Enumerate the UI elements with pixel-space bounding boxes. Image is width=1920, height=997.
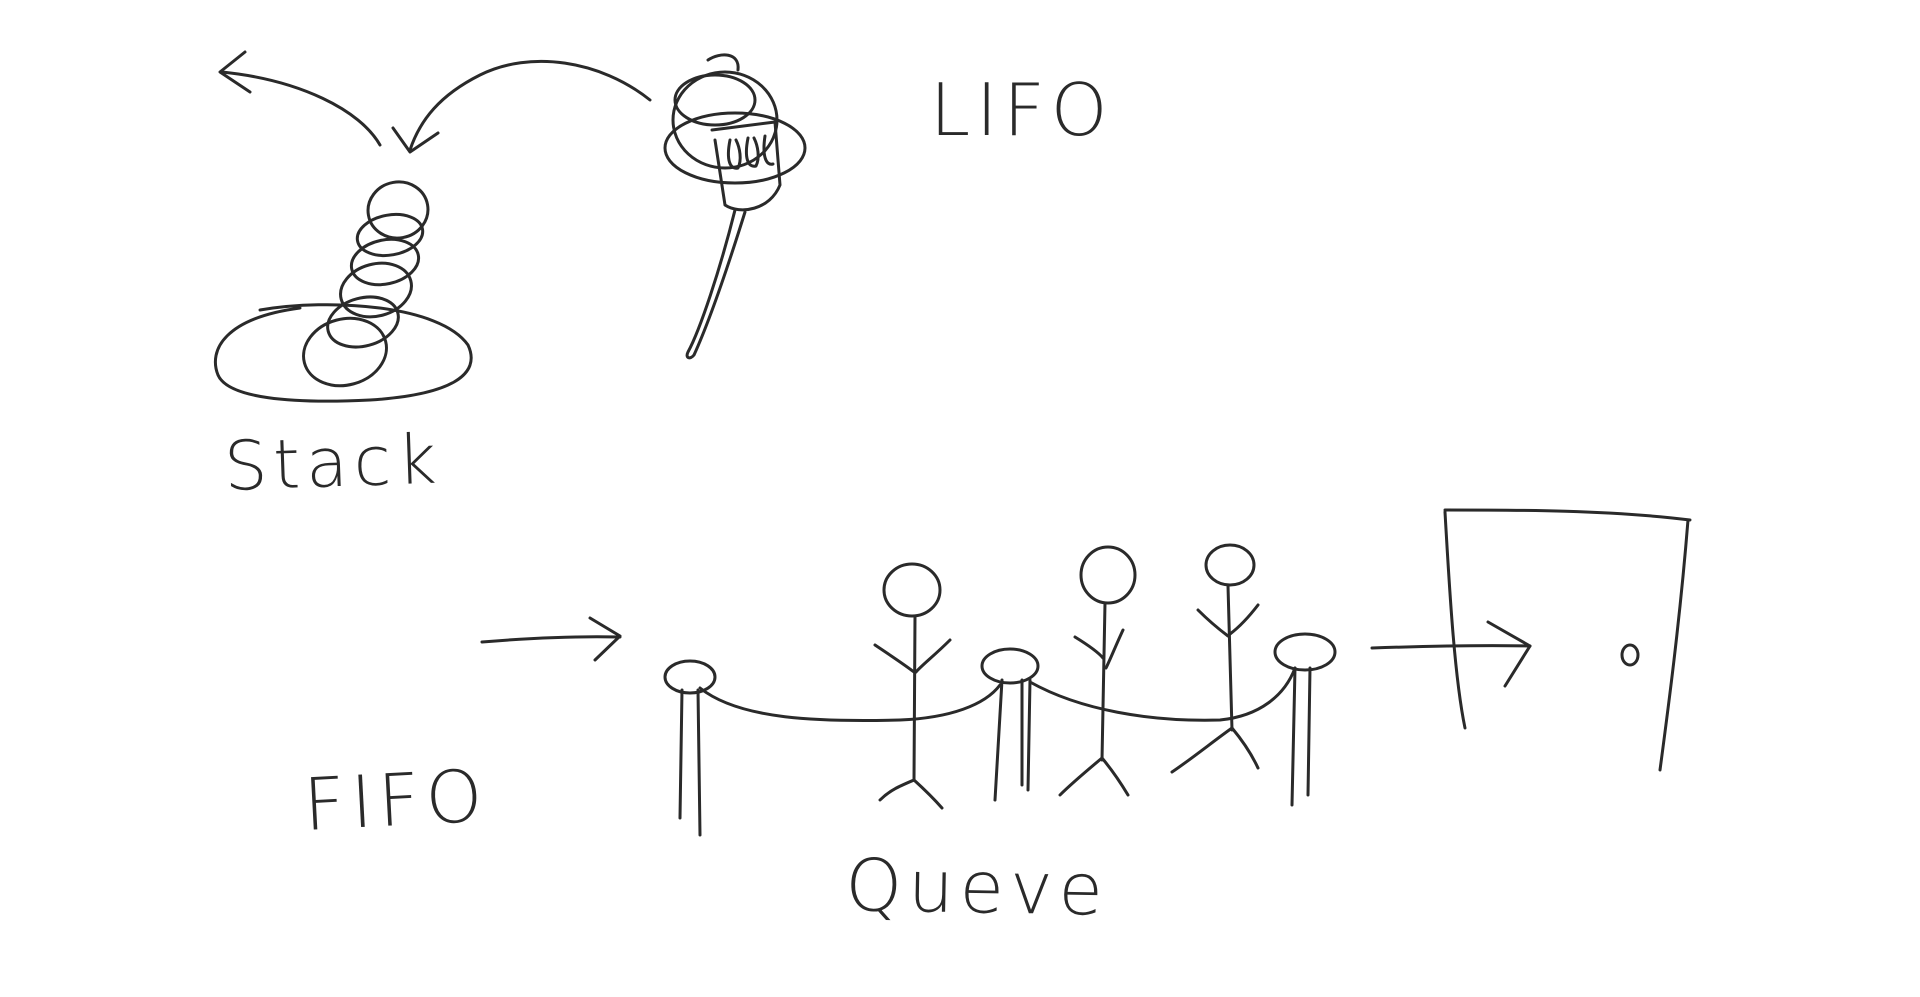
stack-diagram: LIFO Stack (213, 50, 1113, 507)
queue-label: Queve (845, 843, 1110, 932)
queue-diagram: FIFO Queve (301, 508, 1692, 932)
stack-label: Stack (223, 420, 444, 507)
push-arrow-icon (408, 59, 652, 152)
person-icon (1058, 545, 1137, 797)
door-icon (1443, 508, 1692, 772)
stanchion-icon (1273, 632, 1337, 807)
person-icon (873, 562, 952, 810)
person-icon (1170, 543, 1260, 774)
enqueue-arrow-icon (480, 616, 622, 662)
velvet-rope-icon (698, 683, 1002, 723)
stanchion-icon (980, 647, 1040, 802)
pancake-stack-icon (302, 180, 430, 388)
whiteboard-canvas: LIFO Stack FIFO Queve (213, 50, 1692, 932)
stanchion-icon (663, 659, 717, 837)
fork-icon (663, 53, 807, 360)
velvet-rope-icon (1028, 666, 1297, 722)
pop-arrow-icon (220, 70, 382, 147)
lifo-label: LIFO (930, 68, 1113, 152)
dequeue-arrow-icon (1370, 620, 1532, 688)
fifo-label: FIFO (301, 753, 490, 847)
